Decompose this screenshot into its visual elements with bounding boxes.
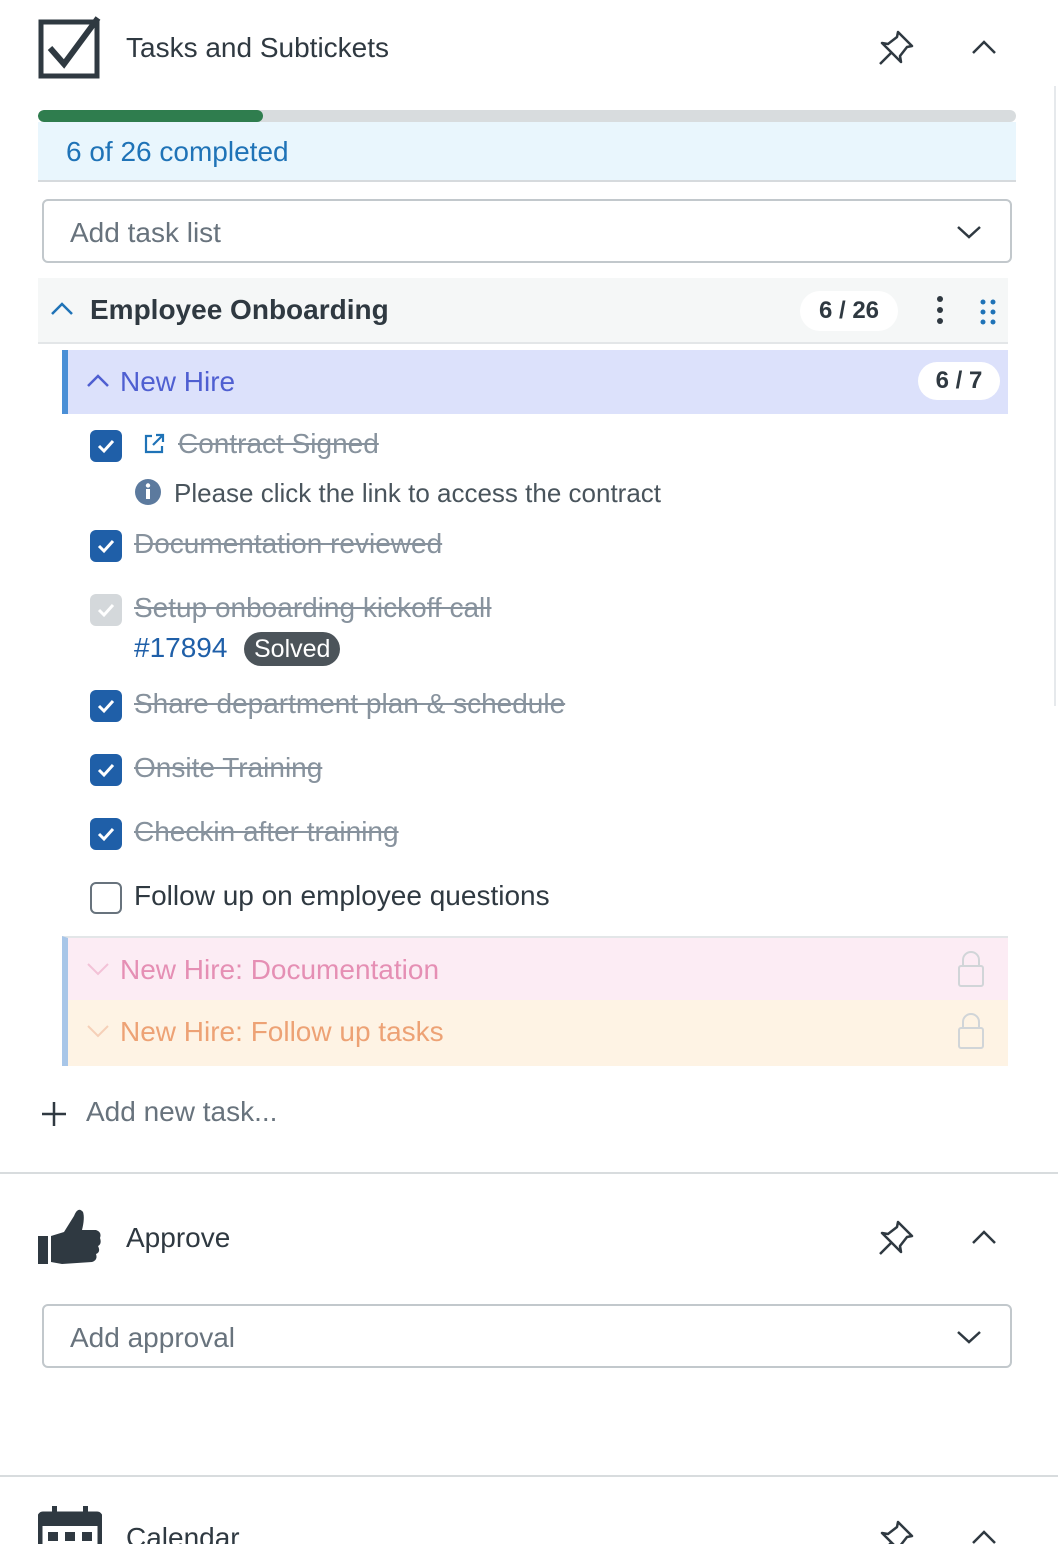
sublist-new-hire-documentation[interactable]: New Hire: Documentation: [62, 936, 1008, 1000]
chevron-up-icon[interactable]: [966, 1520, 1002, 1544]
task-label: Contract Signed: [178, 428, 379, 459]
task-label: Follow up on employee questions: [134, 880, 550, 911]
task-note: Please click the link to access the cont…: [174, 478, 662, 508]
chevron-down-icon[interactable]: [86, 960, 110, 978]
task-list-count: 6 / 26: [800, 291, 898, 331]
add-new-task-text: Add new task...: [86, 1096, 278, 1127]
sublist-count: 6 / 7: [918, 362, 1000, 400]
section-title: Approve: [126, 1222, 231, 1253]
add-task-list-select[interactable]: Add task list: [42, 199, 1012, 263]
sublist-title: New Hire: [120, 366, 236, 397]
progress-text: 6 of 26 completed: [66, 136, 289, 167]
chevron-up-icon[interactable]: [50, 300, 74, 318]
task-label: Setup onboarding kickoff call: [134, 592, 492, 623]
sublist-new-hire-follow-up[interactable]: New Hire: Follow up tasks: [62, 1000, 1008, 1066]
pin-icon[interactable]: [876, 1218, 916, 1258]
subticket-link[interactable]: #17894: [134, 632, 227, 664]
section-title: Calendar: [126, 1522, 240, 1544]
scrollbar-edge: [1054, 86, 1056, 706]
task-checkbox[interactable]: [90, 530, 122, 562]
tasks-section-header: Tasks and Subtickets: [0, 0, 1058, 96]
drag-handle-icon[interactable]: [976, 298, 1000, 326]
section-divider: [0, 1172, 1058, 1174]
progress-bar: [38, 110, 1016, 122]
checkbox-icon: [38, 16, 101, 79]
approve-section-header: Approve: [0, 1190, 1058, 1286]
sublist-new-hire[interactable]: New Hire 6 / 7: [62, 350, 1008, 414]
external-link-icon[interactable]: [142, 432, 166, 456]
chevron-up-icon[interactable]: [86, 372, 110, 390]
task-list-title: Employee Onboarding: [90, 294, 389, 325]
chevron-down-icon: [957, 1331, 981, 1344]
chevron-up-icon[interactable]: [966, 30, 1002, 66]
chevron-down-icon: [957, 226, 981, 239]
task-checkbox: [90, 594, 122, 626]
task-checkbox[interactable]: [90, 430, 122, 462]
plus-icon: [42, 1102, 66, 1126]
status-badge: Solved: [244, 632, 341, 666]
sublist-title: New Hire: Follow up tasks: [120, 1016, 444, 1047]
task-checkbox[interactable]: [90, 818, 122, 850]
info-icon: [135, 479, 161, 505]
task-label: Documentation reviewed: [134, 528, 443, 559]
calendar-icon: [38, 1506, 102, 1544]
add-approval-select[interactable]: Add approval: [42, 1304, 1012, 1368]
lock-icon: [958, 1013, 984, 1049]
task-checkbox[interactable]: [90, 690, 122, 722]
select-placeholder: Add task list: [70, 217, 221, 248]
task-checkbox[interactable]: [90, 754, 122, 786]
task-list-header[interactable]: Employee Onboarding 6 / 26: [38, 278, 1008, 344]
more-options-icon[interactable]: [928, 294, 952, 326]
chevron-up-icon[interactable]: [966, 1220, 1002, 1256]
section-title: Tasks and Subtickets: [126, 32, 390, 63]
task-label: Share department plan & schedule: [134, 688, 566, 719]
task-label: Onsite Training: [134, 752, 323, 783]
thumbs-up-icon: [38, 1209, 101, 1264]
sublist-title: New Hire: Documentation: [120, 954, 440, 985]
pin-icon[interactable]: [876, 1518, 916, 1544]
pin-icon[interactable]: [876, 28, 916, 68]
task-checkbox[interactable]: [90, 882, 122, 914]
lock-icon: [958, 951, 984, 987]
chevron-down-icon[interactable]: [86, 1022, 110, 1040]
progress-fill: [38, 110, 263, 122]
calendar-section-header: Calendar: [0, 1490, 1058, 1544]
section-divider: [0, 1475, 1058, 1477]
select-placeholder: Add approval: [70, 1322, 236, 1353]
progress-summary: 6 of 26 completed: [38, 122, 1016, 182]
task-label: Checkin after training: [134, 816, 399, 847]
